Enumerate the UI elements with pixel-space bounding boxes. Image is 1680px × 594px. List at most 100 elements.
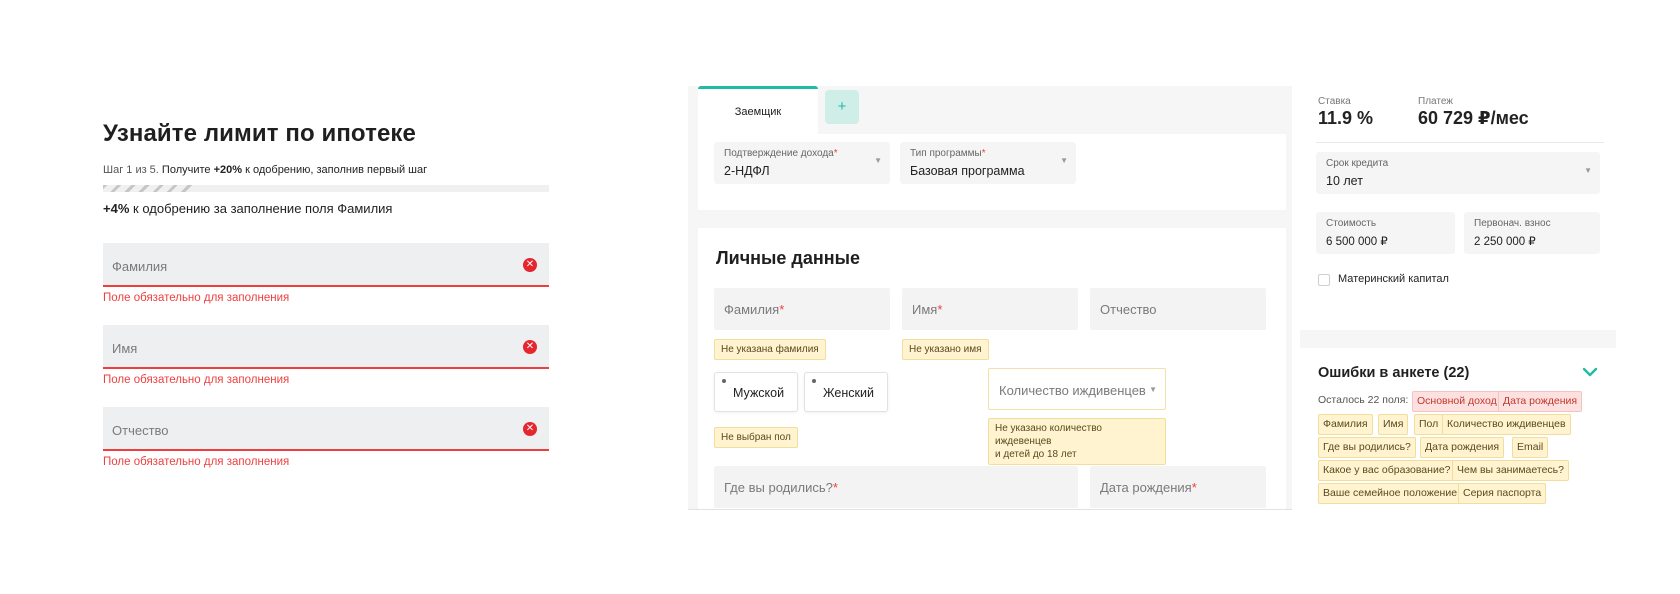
surname-placeholder: Фамилия bbox=[112, 259, 168, 274]
gender-female-radio[interactable]: Женский bbox=[804, 372, 888, 412]
birthplace-field-placeholder: Где вы родились?* bbox=[724, 480, 838, 495]
gender-male-label: Мужской bbox=[733, 386, 785, 400]
patronymic-field[interactable]: Отчество bbox=[1090, 288, 1266, 330]
program-type-value: Базовая программа bbox=[910, 164, 1025, 178]
name-warning: Не указано имя bbox=[902, 339, 989, 360]
rate-label: Ставка bbox=[1318, 96, 1351, 107]
mortgage-limit-form: Узнайте лимит по ипотеке Шаг 1 из 5. Пол… bbox=[103, 120, 549, 468]
dependents-warning-line2: и детей до 18 лет bbox=[995, 449, 1077, 460]
loan-term-value: 10 лет bbox=[1326, 174, 1363, 188]
name-placeholder-text: Имя bbox=[912, 302, 938, 317]
birthdate-field[interactable]: Дата рождения* bbox=[1090, 466, 1266, 508]
error-chip[interactable]: Серия паспорта bbox=[1458, 483, 1547, 504]
down-payment-label: Первонач. взнос bbox=[1474, 218, 1551, 229]
birthplace-field[interactable]: Где вы родились?* bbox=[714, 466, 1078, 508]
form-title: Узнайте лимит по ипотеке bbox=[103, 120, 416, 147]
patronymic-input[interactable]: Отчество ✕ bbox=[103, 407, 549, 451]
patronymic-field-placeholder: Отчество bbox=[1100, 302, 1157, 317]
name-error: Поле обязательно для заполнения bbox=[103, 374, 290, 386]
gender-male-radio[interactable]: Мужской bbox=[714, 372, 798, 412]
income-confirmation-select[interactable]: Подтверждение дохода* 2-НДФЛ ▼ bbox=[714, 142, 890, 184]
gender-female-label: Женский bbox=[823, 386, 874, 400]
add-borrower-button[interactable]: + bbox=[825, 90, 859, 124]
gender-warning: Не выбран пол bbox=[714, 427, 798, 448]
step-indicator: Шаг 1 из 5. Получите +20% к одобрению, з… bbox=[103, 164, 427, 176]
divider bbox=[1316, 142, 1604, 143]
field-bonus-hint: +4% к одобрению за заполнение поля Фамил… bbox=[103, 201, 392, 216]
field-bonus-text: к одобрению за заполнение поля Фамилия bbox=[133, 201, 393, 216]
tab-borrower[interactable]: Заемщик bbox=[698, 86, 818, 134]
surname-field-placeholder: Фамилия* bbox=[724, 302, 784, 317]
error-chip[interactable]: Чем вы занимаетесь? bbox=[1452, 460, 1569, 481]
payment-label: Платеж bbox=[1418, 96, 1453, 107]
payment-value: 60 729 ₽/мес bbox=[1418, 108, 1529, 128]
patronymic-placeholder: Отчество bbox=[112, 423, 169, 438]
borrower-form-panel: Заемщик + Подтверждение дохода* 2-НДФЛ ▼… bbox=[688, 86, 1292, 510]
required-mark: * bbox=[937, 302, 943, 317]
birthdate-field-placeholder: Дата рождения* bbox=[1100, 480, 1197, 495]
error-chip[interactable]: Ваше семейное положение bbox=[1318, 483, 1463, 504]
required-mark: * bbox=[833, 148, 838, 159]
surname-input[interactable]: Фамилия ✕ bbox=[103, 243, 549, 287]
surname-field[interactable]: Фамилия* bbox=[714, 288, 890, 330]
required-mark: * bbox=[981, 148, 986, 159]
income-label-text: Подтверждение дохода bbox=[724, 148, 834, 159]
step-get-text: Получите bbox=[161, 164, 211, 176]
personal-data-card: Личные данные Фамилия* Имя* Отчество Не … bbox=[698, 228, 1286, 509]
name-field[interactable]: Имя* bbox=[902, 288, 1078, 330]
name-input[interactable]: Имя ✕ bbox=[103, 325, 549, 369]
clear-icon[interactable]: ✕ bbox=[523, 340, 537, 354]
error-chip[interactable]: Какое у вас образование? bbox=[1318, 460, 1456, 481]
radio-dot-icon bbox=[722, 379, 726, 383]
error-chip[interactable]: Основной доход bbox=[1412, 391, 1502, 412]
error-chip[interactable]: Где вы родились? bbox=[1318, 437, 1416, 458]
personal-data-title: Личные данные bbox=[716, 248, 860, 268]
error-chip[interactable]: Пол bbox=[1414, 414, 1444, 435]
income-confirmation-value: 2-НДФЛ bbox=[724, 164, 770, 178]
error-chip[interactable]: Email bbox=[1512, 437, 1549, 458]
property-cost-input[interactable]: Стоимость 6 500 000 ₽ bbox=[1316, 212, 1455, 254]
clear-icon[interactable]: ✕ bbox=[523, 258, 537, 272]
patronymic-error: Поле обязательно для заполнения bbox=[103, 456, 290, 468]
dependents-placeholder: Количество иждивенцев bbox=[999, 383, 1146, 398]
loan-term-select[interactable]: Срок кредита 10 лет ▼ bbox=[1316, 152, 1600, 194]
step-count: Шаг 1 из 5. bbox=[103, 164, 159, 176]
radio-dot-icon bbox=[812, 379, 816, 383]
dependents-warning: Не указано количество иждевенцев и детей… bbox=[988, 418, 1166, 465]
dependents-select[interactable]: Количество иждивенцев ▼ bbox=[988, 368, 1166, 410]
loan-term-label: Срок кредита bbox=[1326, 158, 1389, 169]
program-type-select[interactable]: Тип программы* Базовая программа ▼ bbox=[900, 142, 1076, 184]
down-payment-input[interactable]: Первонач. взнос 2 250 000 ₽ bbox=[1464, 212, 1600, 254]
program-label-text: Тип программы bbox=[910, 148, 982, 159]
borrower-tabs: Заемщик + bbox=[688, 86, 1292, 134]
chevron-down-icon: ▼ bbox=[1060, 156, 1068, 165]
progress-fill bbox=[103, 185, 193, 192]
errors-title: Ошибки в анкете (22) bbox=[1318, 365, 1470, 381]
required-mark: * bbox=[832, 480, 838, 495]
errors-remaining: Осталось 22 поля: bbox=[1318, 394, 1409, 406]
form-errors-card: Ошибки в анкете (22) Осталось 22 поля: О… bbox=[1300, 348, 1616, 510]
clear-icon[interactable]: ✕ bbox=[523, 422, 537, 436]
birthdate-placeholder-text: Дата рождения bbox=[1100, 480, 1192, 495]
maternity-capital-label[interactable]: Материнский капитал bbox=[1338, 273, 1449, 285]
progress-bar bbox=[103, 185, 549, 192]
error-chip[interactable]: Фамилия bbox=[1318, 414, 1373, 435]
down-payment-value: 2 250 000 ₽ bbox=[1474, 236, 1536, 248]
error-chip[interactable]: Дата рождения bbox=[1420, 437, 1505, 458]
error-chip[interactable]: Дата рождения bbox=[1498, 391, 1583, 412]
chevron-down-icon: ▼ bbox=[1149, 385, 1157, 394]
property-cost-label: Стоимость bbox=[1326, 218, 1377, 229]
maternity-capital-checkbox[interactable] bbox=[1318, 274, 1330, 286]
birthplace-placeholder-text: Где вы родились? bbox=[724, 480, 833, 495]
required-mark: * bbox=[1191, 480, 1197, 495]
chevron-down-icon: ▼ bbox=[874, 156, 882, 165]
surname-placeholder-text: Фамилия bbox=[724, 302, 780, 317]
error-chip[interactable]: Имя bbox=[1378, 414, 1409, 435]
dependents-warning-line1: Не указано количество иждевенцев bbox=[995, 423, 1102, 447]
income-card: Подтверждение дохода* 2-НДФЛ ▼ Тип прогр… bbox=[698, 134, 1286, 210]
loan-parameters-card: Ставка 11.9 % Платеж 60 729 ₽/мес Срок к… bbox=[1300, 86, 1616, 330]
step-bonus-value: +20% bbox=[213, 164, 243, 176]
chevron-down-icon[interactable] bbox=[1580, 362, 1600, 382]
error-chip[interactable]: Количество иждивенцев bbox=[1442, 414, 1571, 435]
name-field-placeholder: Имя* bbox=[912, 302, 942, 317]
